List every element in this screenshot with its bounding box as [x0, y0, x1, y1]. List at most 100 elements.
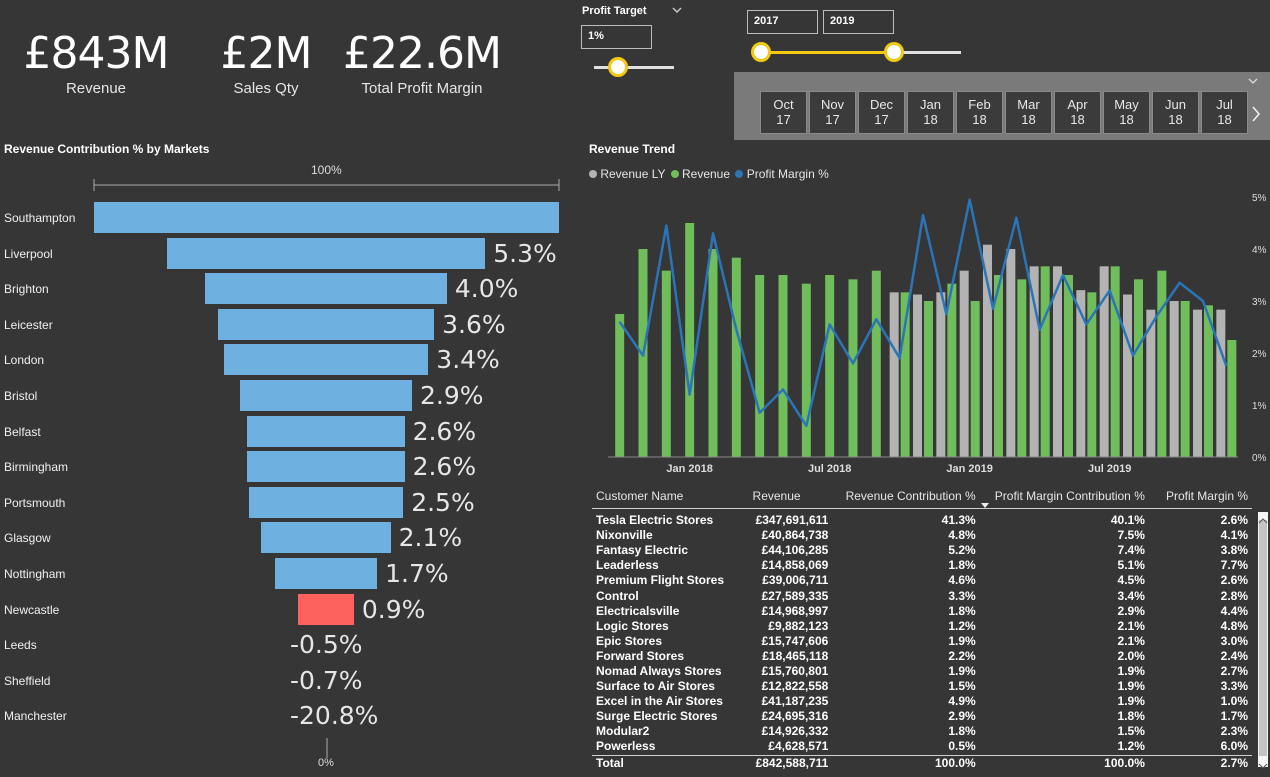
revenue-ly-bar[interactable] [889, 292, 899, 457]
table-row[interactable]: Surge Electric Stores £24,695,316 2.9% 1.8%… [592, 709, 1252, 724]
revenue-bar[interactable] [801, 283, 811, 457]
revenue-bar[interactable] [1040, 266, 1050, 457]
market-label: Glasgow [4, 531, 51, 546]
year-to-input[interactable]: 2019 [823, 10, 894, 34]
revenue-ly-bar[interactable] [959, 270, 969, 457]
revenue-ly-bar[interactable] [1123, 294, 1132, 458]
column-header-profit-margin[interactable]: Profit Margin % [1149, 484, 1252, 509]
chevron-down-icon[interactable] [1246, 75, 1260, 87]
funnel-bar[interactable] [93, 202, 559, 233]
chevron-up-icon[interactable] [1258, 512, 1268, 524]
profit-target-slider-handle[interactable] [608, 57, 628, 77]
revenue-bar[interactable] [731, 257, 741, 457]
table-scrollbar-thumb[interactable] [1259, 520, 1267, 756]
month-cell[interactable]: Feb 18 [956, 91, 1003, 134]
table-row[interactable]: Forward Stores £18,465,118 2.2% 2.0% 2.4% [592, 649, 1252, 664]
month-cell[interactable]: Jun 18 [1152, 91, 1199, 134]
revenue-bar[interactable] [1017, 279, 1027, 457]
revenue-bar[interactable] [661, 270, 671, 457]
revenue-bar[interactable] [708, 249, 718, 457]
revenue-ly-bar[interactable] [1029, 266, 1039, 457]
month-cell[interactable]: Dec 17 [858, 91, 905, 134]
funnel-bar[interactable] [205, 273, 447, 305]
funnel-value-label: 3.4% [436, 345, 500, 375]
revenue-ly-bar[interactable] [1006, 249, 1016, 457]
month-cell[interactable]: Oct 17 [760, 91, 807, 134]
funnel-bar[interactable] [247, 451, 405, 483]
funnel-bar[interactable] [166, 237, 486, 269]
profit-target-slider-track[interactable] [594, 66, 674, 69]
revenue-bar[interactable] [947, 283, 957, 457]
month-cell[interactable]: May 18 [1103, 91, 1150, 134]
funnel-bar[interactable] [223, 344, 429, 376]
funnel-bar[interactable] [239, 380, 413, 411]
revenue-bar[interactable] [1134, 279, 1143, 457]
year-slider-start-handle[interactable] [751, 42, 771, 62]
funnel-bar[interactable] [248, 486, 404, 518]
market-label: Bristol [4, 389, 38, 403]
funnel-bar[interactable] [261, 522, 391, 554]
total-cell: 100.0% [979, 754, 1149, 771]
table-cell: Modular2 [596, 724, 650, 739]
chevron-right-icon[interactable] [1249, 104, 1263, 124]
profit-target-input[interactable]: 1% [581, 25, 652, 49]
revenue-ly-bar[interactable] [1193, 309, 1202, 457]
table-cell: 2.9% [1117, 603, 1145, 618]
revenue-bar[interactable] [848, 279, 858, 457]
year-from-input[interactable]: 2017 [747, 10, 818, 34]
revenue-ly-bar[interactable] [936, 292, 946, 457]
revenue-ly-bar[interactable] [913, 294, 922, 458]
revenue-bar[interactable] [615, 314, 625, 457]
month-cell[interactable]: Jan 18 [907, 91, 954, 134]
table-row[interactable]: Nixonville £40,864,738 4.8% 7.5% 4.1% [592, 528, 1252, 543]
column-header-revenue[interactable]: Revenue [749, 484, 833, 509]
revenue-ly-bar[interactable] [983, 244, 992, 457]
revenue-bar[interactable] [1227, 340, 1237, 457]
funnel-bar[interactable] [298, 593, 354, 625]
chevron-down-icon[interactable] [1258, 757, 1268, 769]
table-row[interactable]: Control £27,589,335 3.3% 3.4% 2.8% [592, 588, 1252, 603]
revenue-bar[interactable] [970, 301, 980, 457]
table-row[interactable]: Fantasy Electric £44,106,285 5.2% 7.4% 3.8% [592, 543, 1252, 558]
year-slider-end-handle[interactable] [884, 42, 904, 62]
funnel-bar[interactable] [274, 558, 378, 589]
table-row[interactable]: Electricalsville £14,968,997 1.8% 2.9% 4.4% [592, 604, 1252, 619]
market-label: Brighton [4, 282, 49, 297]
month-cell[interactable]: Nov 17 [809, 91, 856, 134]
table-row[interactable]: Modular2 £14,926,332 1.8% 1.5% 2.3% [592, 724, 1252, 739]
table-row[interactable]: Tesla Electric Stores £347,691,611 41.3% 40… [592, 513, 1252, 528]
revenue-bar[interactable] [1157, 270, 1167, 457]
revenue-bar[interactable] [685, 223, 695, 457]
table-row[interactable]: Logic Stores £9,882,123 1.2% 2.1% 4.8% [592, 619, 1252, 634]
revenue-ly-bar[interactable] [1216, 309, 1226, 457]
table-row[interactable]: Powerless £4,628,571 0.5% 1.2% 6.0% [592, 739, 1252, 755]
revenue-bar[interactable] [755, 275, 765, 457]
table-row[interactable]: Epic Stores £15,747,606 1.9% 2.1% 3.0% [592, 634, 1252, 649]
table-row[interactable]: Nomad Always Stores £15,760,801 1.9% 1.9% 2.… [592, 664, 1252, 679]
table-cell: 3.8% [1220, 543, 1248, 558]
revenue-bar[interactable] [1180, 301, 1190, 457]
revenue-bar[interactable] [825, 275, 835, 457]
column-header-customer-name[interactable]: Customer Name [592, 484, 749, 509]
month-cell[interactable]: Jul 18 [1201, 91, 1248, 134]
funnel-bar[interactable] [247, 415, 405, 447]
table-cell: £40,864,738 [761, 528, 829, 543]
month-cell[interactable]: Mar 18 [1005, 91, 1052, 134]
profit-target-title: Profit Target [582, 5, 647, 17]
table-row[interactable]: Surface to Air Stores £12,822,558 1.5% 1.9%… [592, 679, 1252, 694]
column-header-revenue-contribution[interactable]: Revenue Contribution % [832, 484, 979, 509]
table-row[interactable]: Excel in the Air Stores £41,187,235 4.9% 1.… [592, 694, 1252, 709]
table-cell: 2.9% [948, 709, 976, 724]
revenue-bar[interactable] [1064, 275, 1073, 457]
revenue-bar[interactable] [871, 270, 881, 457]
table-cell: 1.8% [948, 603, 976, 618]
revenue-bar[interactable] [924, 301, 933, 457]
table-row[interactable]: Leaderless £14,858,069 1.8% 5.1% 7.7% [592, 558, 1252, 573]
month-cell[interactable]: Apr 18 [1054, 91, 1101, 134]
revenue-bar[interactable] [778, 275, 788, 457]
revenue-ly-bar[interactable] [1169, 301, 1179, 457]
chevron-down-icon[interactable] [670, 3, 684, 17]
column-header-profit-margin-contribution[interactable]: Profit Margin Contribution % [980, 484, 1149, 509]
funnel-bar[interactable] [217, 308, 435, 340]
table-row[interactable]: Premium Flight Stores £39,006,711 4.6% 4.5%… [592, 573, 1252, 588]
